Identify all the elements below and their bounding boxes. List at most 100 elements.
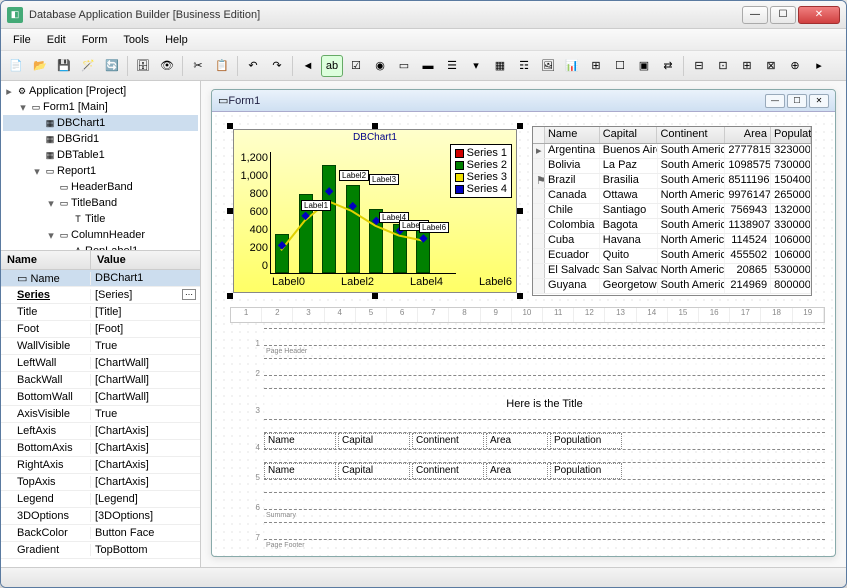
det-field[interactable]: Name	[264, 463, 336, 479]
table-tool[interactable]: ⊞	[585, 55, 607, 77]
menu-file[interactable]: File	[5, 32, 39, 48]
resize-handle[interactable]	[517, 293, 523, 299]
menu-form[interactable]: Form	[74, 32, 116, 48]
copy-button[interactable]: 📋	[211, 55, 233, 77]
memo-tool[interactable]: ☶	[513, 55, 535, 77]
resize-handle[interactable]	[517, 208, 523, 214]
det-field[interactable]: Population	[550, 463, 622, 479]
page-footer-band[interactable]: Page Footer	[264, 522, 825, 540]
prop-row[interactable]: Title[Title]	[1, 304, 200, 321]
form-max-button[interactable]: ☐	[787, 94, 807, 108]
property-grid[interactable]: Name Value ▭ NameDBChart1Series[Series] …	[1, 251, 200, 567]
more-tool[interactable]: ▸	[808, 55, 830, 77]
prop-row[interactable]: Legend[Legend]	[1, 491, 200, 508]
det-field[interactable]: Continent	[412, 463, 484, 479]
refresh-button[interactable]: 🔄	[101, 55, 123, 77]
minimize-button[interactable]: —	[742, 6, 768, 24]
col-field[interactable]: Continent	[412, 433, 484, 449]
list-tool[interactable]: ☰	[441, 55, 463, 77]
detail-band[interactable]: Name Capital Continent Area Population	[264, 462, 825, 480]
combo-tool[interactable]: ▾	[465, 55, 487, 77]
tree-item[interactable]: ▾▭TitleBand	[3, 195, 198, 211]
tree-item[interactable]: ARepLabel1	[3, 243, 198, 251]
grid-col-area[interactable]: Area	[725, 127, 771, 143]
redo-button[interactable]: ↷	[266, 55, 288, 77]
pointer-tool[interactable]: ◄	[297, 55, 319, 77]
form-body[interactable]: DBChart1 Series 1Series 2Series 3Series …	[212, 112, 835, 556]
table-row[interactable]: ⚑BrazilBrasiliaSouth America851119615040…	[533, 174, 811, 189]
prop-row[interactable]: Series[Series] ⋯	[1, 287, 200, 304]
menu-edit[interactable]: Edit	[39, 32, 74, 48]
prop-row[interactable]: WallVisibleTrue	[1, 338, 200, 355]
grid-col-continent[interactable]: Continent	[657, 127, 725, 143]
table-row[interactable]: GuyanaGeorgetownSouth America21496980000…	[533, 279, 811, 294]
table-row[interactable]: CanadaOttawaNorth America997614726500000	[533, 189, 811, 204]
wizard-button[interactable]: 🪄	[77, 55, 99, 77]
summary-band[interactable]: Summary	[264, 492, 825, 510]
maximize-button[interactable]: ☐	[770, 6, 796, 24]
button-tool[interactable]: ▬	[417, 55, 439, 77]
align5-tool[interactable]: ⊕	[784, 55, 806, 77]
group-tool[interactable]: ▣	[633, 55, 655, 77]
table-row[interactable]: El SalvadorSan SalvadorNorth America2086…	[533, 264, 811, 279]
design-canvas[interactable]: ▭ Form1 — ☐ ✕	[201, 81, 846, 567]
resize-handle[interactable]	[372, 293, 378, 299]
preview-button[interactable]: 👁	[156, 55, 178, 77]
open-button[interactable]: 📂	[29, 55, 51, 77]
prop-row[interactable]: AxisVisibleTrue	[1, 406, 200, 423]
image-tool[interactable]: 🖼	[537, 55, 559, 77]
align2-tool[interactable]: ⊡	[712, 55, 734, 77]
title-band[interactable]: Here is the Title	[264, 388, 825, 420]
det-field[interactable]: Area	[486, 463, 548, 479]
prop-row[interactable]: RightAxis[ChartAxis]	[1, 457, 200, 474]
save-button[interactable]: 💾	[53, 55, 75, 77]
menu-tools[interactable]: Tools	[115, 32, 157, 48]
radio-tool[interactable]: ◉	[369, 55, 391, 77]
table-row[interactable]: BoliviaLa PazSouth America10985757300000	[533, 159, 811, 174]
undo-button[interactable]: ↶	[242, 55, 264, 77]
db-button[interactable]: 🗄	[132, 55, 154, 77]
table-row[interactable]: CubaHavanaNorth America11452410600000	[533, 234, 811, 249]
table-row[interactable]: ColombiaBagotaSouth America1138907330000…	[533, 219, 811, 234]
grid-col-name[interactable]: Name	[545, 127, 600, 143]
resize-handle[interactable]	[227, 293, 233, 299]
column-header-band[interactable]: Name Capital Continent Area Population	[264, 432, 825, 450]
prop-row[interactable]: TopAxis[ChartAxis]	[1, 474, 200, 491]
report-designer[interactable]: 1Page Header 2 3Here is the Title 4 Name…	[250, 328, 825, 550]
nav-tool[interactable]: ⇄	[657, 55, 679, 77]
grid-col-population[interactable]: Population	[771, 127, 811, 143]
page-header-band[interactable]: Page Header	[264, 328, 825, 346]
prop-row[interactable]: ▭ NameDBChart1	[1, 270, 200, 287]
table-row[interactable]: EcuadorQuitoSouth America45550210600000	[533, 249, 811, 264]
table-row[interactable]: ChileSantiagoSouth America75694313200000	[533, 204, 811, 219]
close-button[interactable]: ✕	[798, 6, 840, 24]
menu-help[interactable]: Help	[157, 32, 196, 48]
col-field[interactable]: Population	[550, 433, 622, 449]
cut-button[interactable]: ✂	[187, 55, 209, 77]
tree-item[interactable]: ▭HeaderBand	[3, 179, 198, 195]
tree-item[interactable]: ▦DBGrid1	[3, 131, 198, 147]
new-button[interactable]: 📄	[5, 55, 27, 77]
grid-tool[interactable]: ▦	[489, 55, 511, 77]
panel-tool[interactable]: ☐	[609, 55, 631, 77]
label-tool[interactable]: ab	[321, 55, 343, 77]
chart-tool[interactable]: 📊	[561, 55, 583, 77]
project-tree[interactable]: ▸⚙Application [Project]▾▭Form1 [Main] ▦D…	[1, 81, 200, 251]
prop-row[interactable]: BackColorButton Face	[1, 525, 200, 542]
tree-item[interactable]: ▾▭Form1 [Main]	[3, 99, 198, 115]
tree-item[interactable]: ▾▭ColumnHeader	[3, 227, 198, 243]
prop-row[interactable]: LeftAxis[ChartAxis]	[1, 423, 200, 440]
resize-handle[interactable]	[517, 123, 523, 129]
prop-row[interactable]: GradientTopBottom	[1, 542, 200, 559]
align-tool[interactable]: ⊟	[688, 55, 710, 77]
spacer-band[interactable]	[264, 358, 825, 376]
form-close-button[interactable]: ✕	[809, 94, 829, 108]
prop-row[interactable]: BackWall[ChartWall]	[1, 372, 200, 389]
align3-tool[interactable]: ⊞	[736, 55, 758, 77]
edit-tool[interactable]: ▭	[393, 55, 415, 77]
table-row[interactable]: ▸ArgentinaBuenos AiresSouth America27778…	[533, 144, 811, 159]
col-field[interactable]: Capital	[338, 433, 410, 449]
tree-item[interactable]: ▾▭Report1	[3, 163, 198, 179]
prop-row[interactable]: BottomWall[ChartWall]	[1, 389, 200, 406]
dbchart[interactable]: DBChart1 Series 1Series 2Series 3Series …	[233, 129, 517, 293]
